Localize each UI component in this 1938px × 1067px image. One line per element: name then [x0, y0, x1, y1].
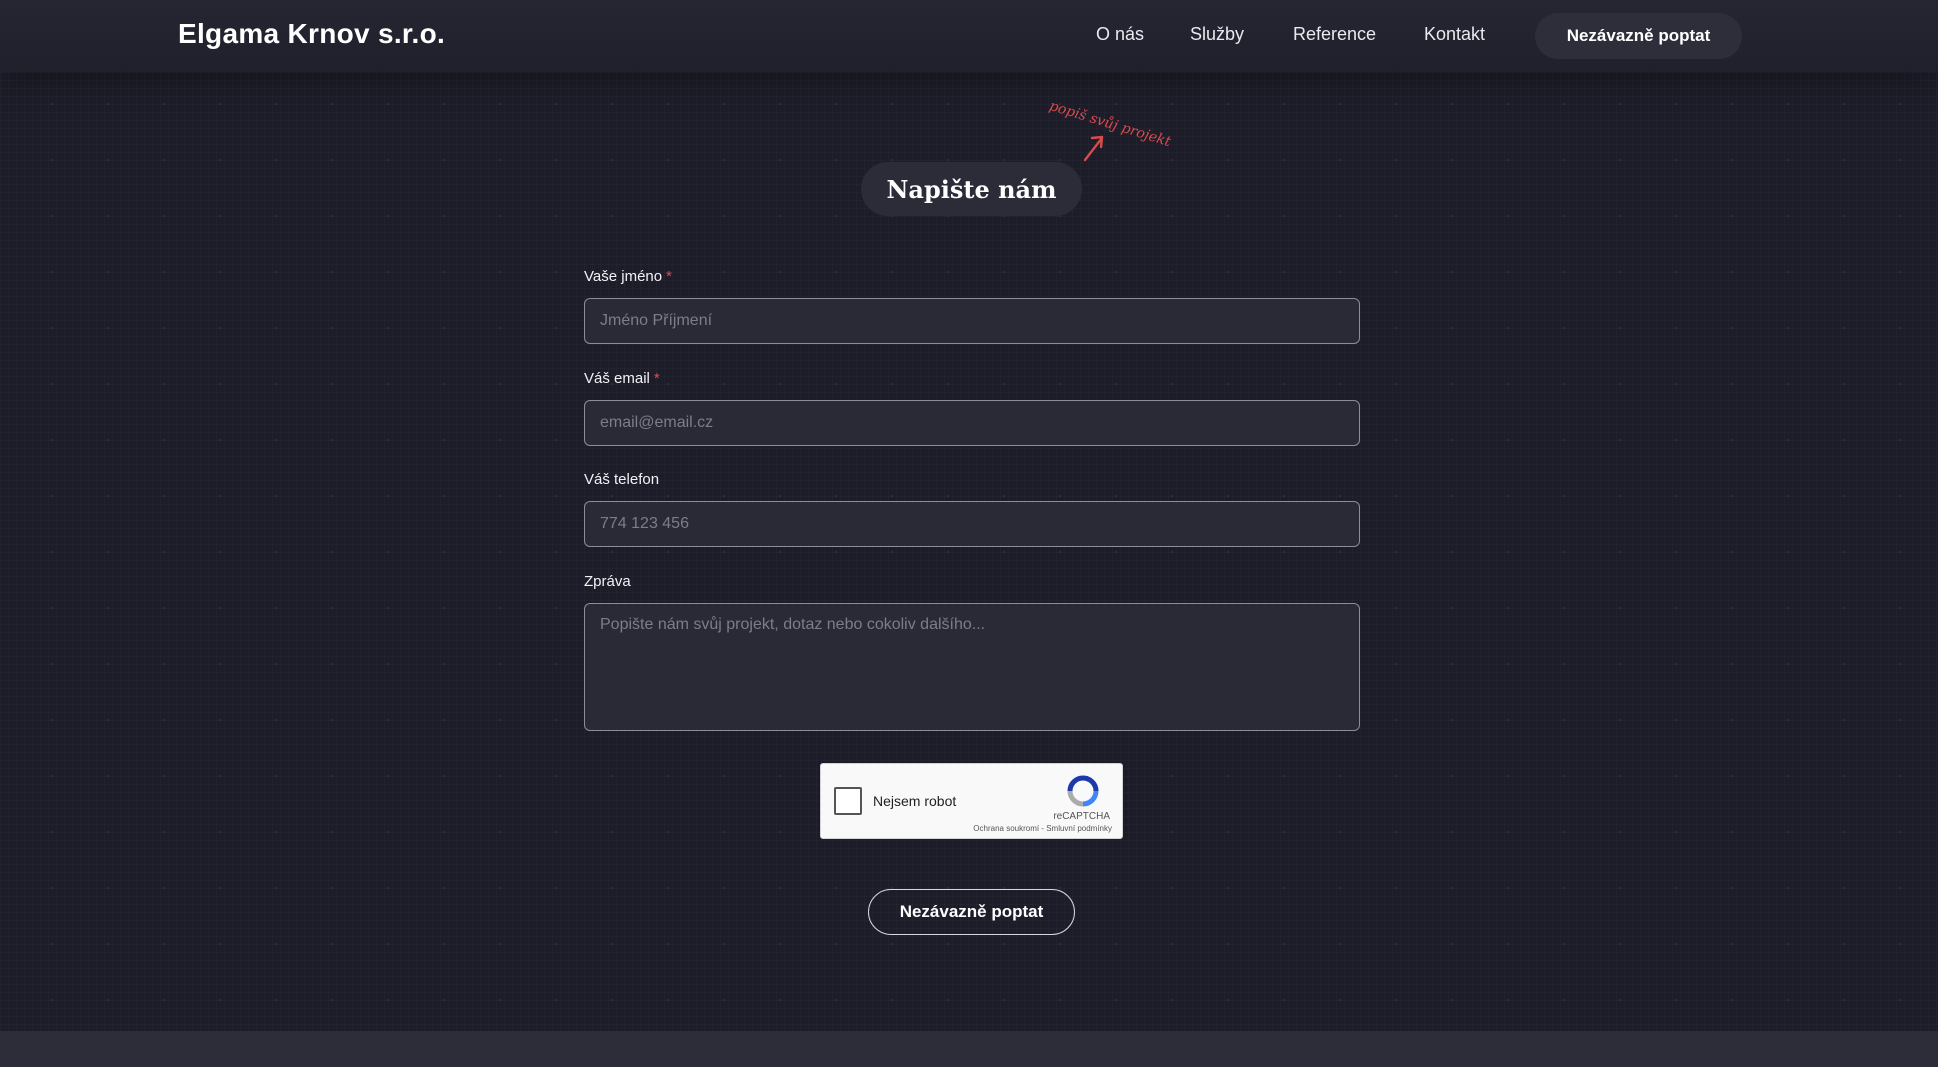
recaptcha-widget: Nejsem robot reCAPTCHA Ochrana soukromí … [820, 763, 1123, 839]
name-label-text: Vaše jméno [584, 268, 663, 285]
recaptcha-label: Nejsem robot [873, 793, 957, 809]
handwritten-annotation: popiš svůj projekt [1047, 98, 1173, 151]
site-logo[interactable]: Elgama Krnov s.r.o. [178, 18, 445, 50]
submit-button[interactable]: Nezávazně poptat [868, 889, 1075, 935]
section-title: Napište nám [861, 162, 1082, 216]
email-label: Váš email * [584, 370, 1360, 390]
annotation-arrow-icon [1083, 135, 1104, 162]
header-cta-button[interactable]: Nezávazně poptat [1535, 13, 1742, 59]
email-field-group: Váš email * [584, 370, 1360, 446]
recaptcha-links[interactable]: Ochrana soukromí - Smluvní podmínky [973, 824, 1112, 833]
name-input[interactable] [584, 298, 1360, 344]
email-label-text: Váš email [584, 370, 650, 387]
nav-link-kontakt[interactable]: Kontakt [1424, 24, 1485, 45]
footer-strip [0, 1031, 1938, 1067]
message-field-group: Zpráva [584, 573, 1360, 731]
name-field-group: Vaše jméno * [584, 268, 1360, 344]
recaptcha-checkbox[interactable] [834, 787, 862, 815]
required-marker: * [653, 370, 660, 387]
recaptcha-logo-icon [1067, 775, 1099, 807]
message-textarea[interactable] [584, 603, 1360, 731]
nav-link-o-nas[interactable]: O nás [1096, 24, 1144, 45]
message-label: Zpráva [584, 573, 631, 590]
email-input[interactable] [584, 400, 1360, 446]
phone-field-group: Váš telefon [584, 471, 1360, 547]
nav-link-reference[interactable]: Reference [1293, 24, 1376, 45]
nav-link-sluzby[interactable]: Služby [1190, 24, 1244, 45]
phone-label: Váš telefon [584, 471, 660, 488]
recaptcha-brand: reCAPTCHA [1053, 811, 1110, 822]
site-header: Elgama Krnov s.r.o. O nás Služby Referen… [0, 0, 1938, 72]
name-label: Vaše jméno * [584, 268, 1360, 288]
phone-input[interactable] [584, 501, 1360, 547]
required-marker: * [666, 268, 672, 285]
